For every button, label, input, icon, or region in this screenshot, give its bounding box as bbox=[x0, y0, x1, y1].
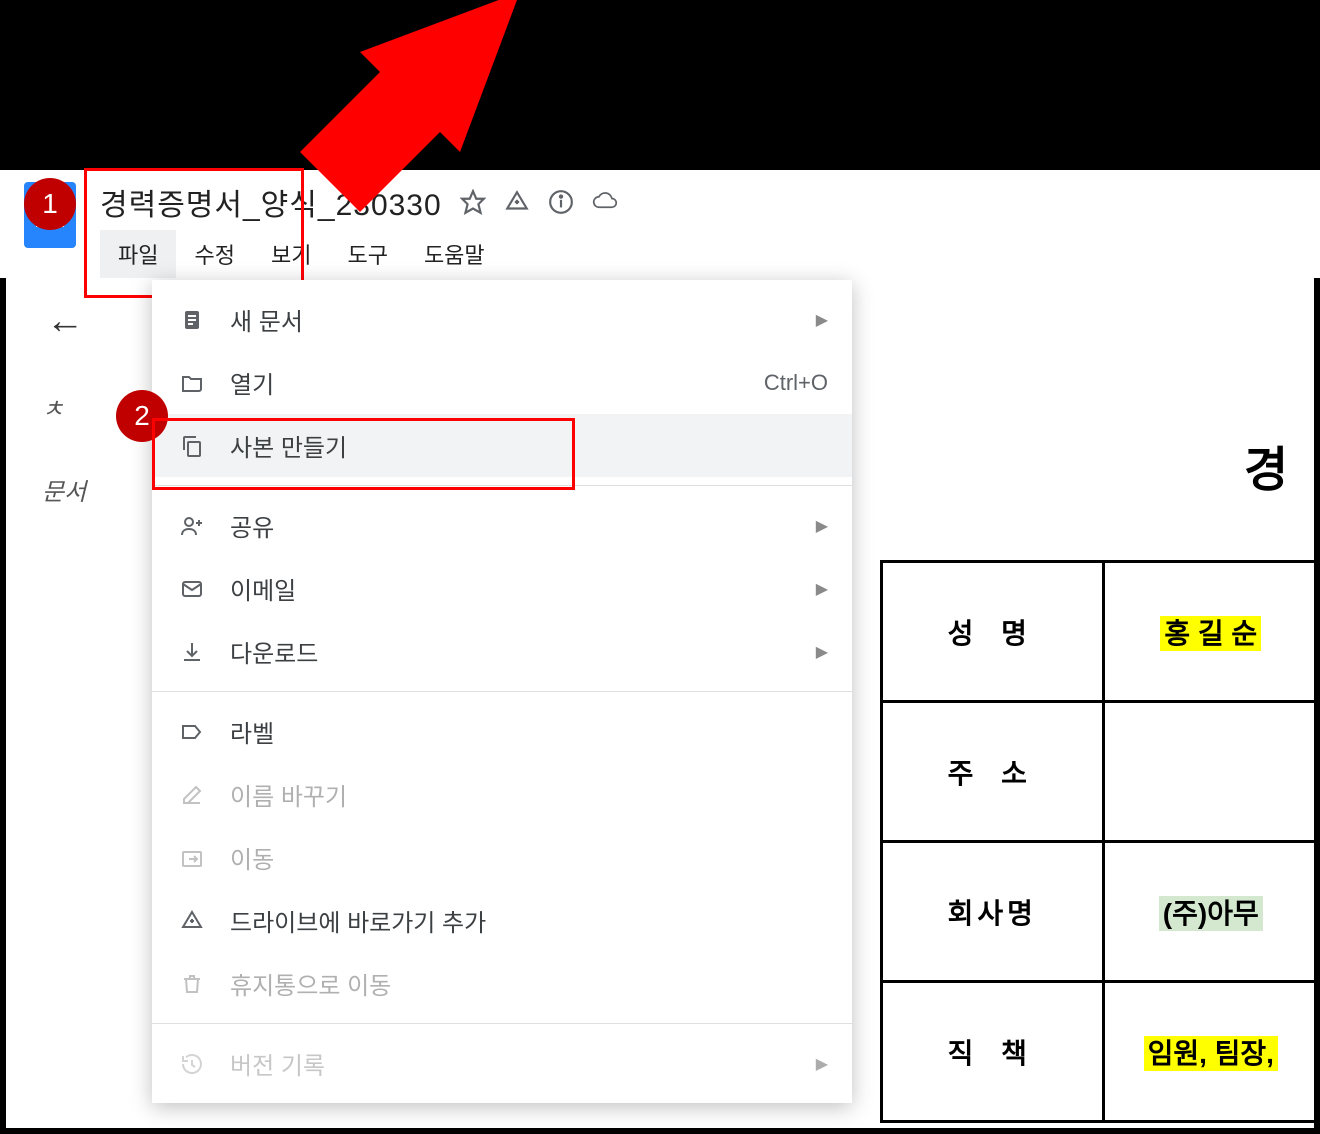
annotation-step-1: 1 bbox=[24, 178, 76, 230]
menu-divider bbox=[152, 1023, 852, 1024]
table-row: 성 명 홍 길 순 bbox=[882, 562, 1319, 702]
menubar-edit[interactable]: 수정 bbox=[176, 230, 252, 278]
cell-address-value[interactable] bbox=[1103, 702, 1318, 842]
info-icon[interactable] bbox=[548, 189, 574, 215]
share-icon bbox=[176, 510, 208, 542]
menu-label: 사본 만들기 bbox=[230, 428, 828, 463]
copy-icon bbox=[176, 430, 208, 462]
menu-label: 열기 bbox=[230, 365, 764, 400]
menu-label: 라벨 bbox=[230, 714, 828, 749]
history-icon bbox=[176, 1048, 208, 1080]
move-icon bbox=[176, 842, 208, 874]
outline-doc-label: 문서 bbox=[42, 472, 92, 507]
cell-address-label: 주 소 bbox=[882, 702, 1104, 842]
menu-label: 휴지통으로 이동 bbox=[230, 966, 828, 1001]
menu-label: 새 문서 bbox=[230, 302, 806, 337]
document-icon bbox=[176, 304, 208, 336]
chevron-right-icon: ▶ bbox=[816, 310, 828, 330]
download-icon bbox=[176, 636, 208, 668]
left-border bbox=[0, 170, 6, 1134]
menu-divider bbox=[152, 485, 852, 486]
chevron-right-icon: ▶ bbox=[816, 579, 828, 599]
menu-open[interactable]: 열기 Ctrl+O bbox=[152, 351, 852, 414]
chevron-right-icon: ▶ bbox=[816, 642, 828, 662]
cell-position-value[interactable]: 임원, 팀장, bbox=[1103, 982, 1318, 1122]
menu-rename: 이름 바꾸기 bbox=[152, 763, 852, 826]
menu-trash: 휴지통으로 이동 bbox=[152, 952, 852, 1015]
menu-move: 이동 bbox=[152, 826, 852, 889]
menu-version-history[interactable]: 버전 기록 ▶ bbox=[152, 1032, 852, 1095]
top-black-bar bbox=[0, 0, 1320, 170]
cloud-saved-icon[interactable] bbox=[592, 189, 618, 215]
file-menu-dropdown: 새 문서 ▶ 열기 Ctrl+O 사본 만들기 공유 ▶ 이메일 ▶ 다운로드 … bbox=[152, 280, 852, 1103]
cell-company-value[interactable]: (주)아무 bbox=[1103, 842, 1318, 982]
menu-share[interactable]: 공유 ▶ bbox=[152, 494, 852, 557]
menu-shortcut: Ctrl+O bbox=[764, 370, 828, 396]
menu-add-shortcut[interactable]: 드라이브에 바로가기 추가 bbox=[152, 889, 852, 952]
menubar-file[interactable]: 파일 bbox=[100, 230, 176, 278]
menu-make-copy[interactable]: 사본 만들기 bbox=[152, 414, 852, 477]
document-form-table: 성 명 홍 길 순 주 소 회사명 (주)아무 직 책 임원, 팀장, bbox=[880, 560, 1320, 1123]
chevron-right-icon: ▶ bbox=[816, 516, 828, 536]
menu-labels[interactable]: 라벨 bbox=[152, 700, 852, 763]
menu-label: 이름 바꾸기 bbox=[230, 777, 828, 812]
menu-label: 이메일 bbox=[230, 571, 806, 606]
menu-label: 이동 bbox=[230, 840, 828, 875]
header: 경력증명서_양식_230330 파일 수정 보기 도구 도움말 bbox=[0, 170, 1320, 278]
document-heading-partial: 경 bbox=[1244, 430, 1288, 500]
trash-icon bbox=[176, 968, 208, 1000]
red-arrow-annotation bbox=[260, 0, 520, 212]
outline-panel: ← ㅊ 문서 bbox=[42, 300, 92, 555]
menu-divider bbox=[152, 691, 852, 692]
cell-name-label: 성 명 bbox=[882, 562, 1104, 702]
cell-position-label: 직 책 bbox=[882, 982, 1104, 1122]
email-icon bbox=[176, 573, 208, 605]
menu-label: 버전 기록 bbox=[230, 1046, 806, 1081]
menu-email[interactable]: 이메일 ▶ bbox=[152, 557, 852, 620]
cell-company-label: 회사명 bbox=[882, 842, 1104, 982]
table-row: 주 소 bbox=[882, 702, 1319, 842]
outline-hint: ㅊ bbox=[42, 389, 92, 424]
chevron-right-icon: ▶ bbox=[816, 1054, 828, 1074]
folder-icon bbox=[176, 367, 208, 399]
menu-label: 다운로드 bbox=[230, 634, 806, 669]
menu-download[interactable]: 다운로드 ▶ bbox=[152, 620, 852, 683]
menu-new-document[interactable]: 새 문서 ▶ bbox=[152, 288, 852, 351]
label-icon bbox=[176, 716, 208, 748]
rename-icon bbox=[176, 779, 208, 811]
menubar-view[interactable]: 보기 bbox=[253, 230, 329, 278]
menubar-tools[interactable]: 도구 bbox=[329, 230, 405, 278]
back-arrow-icon[interactable]: ← bbox=[46, 300, 92, 343]
cell-name-value[interactable]: 홍 길 순 bbox=[1103, 562, 1318, 702]
drive-shortcut-icon bbox=[176, 905, 208, 937]
menu-label: 드라이브에 바로가기 추가 bbox=[230, 903, 828, 938]
menu-label: 공유 bbox=[230, 508, 806, 543]
bottom-border bbox=[0, 1128, 1320, 1134]
menubar-help[interactable]: 도움말 bbox=[406, 230, 503, 278]
annotation-step-2: 2 bbox=[116, 390, 168, 442]
table-row: 회사명 (주)아무 bbox=[882, 842, 1319, 982]
menubar: 파일 수정 보기 도구 도움말 bbox=[100, 230, 1300, 278]
table-row: 직 책 임원, 팀장, bbox=[882, 982, 1319, 1122]
